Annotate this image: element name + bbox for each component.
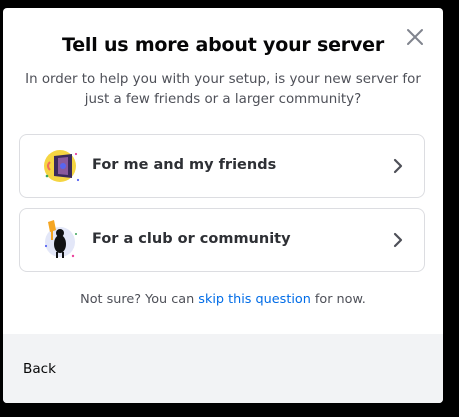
option-community-label: For a club or community bbox=[92, 231, 291, 247]
skip-question-link[interactable]: skip this question bbox=[198, 292, 311, 307]
chevron-right-icon bbox=[393, 232, 403, 248]
community-illustration-icon bbox=[44, 220, 77, 258]
skip-hint-prefix: Not sure? You can bbox=[80, 292, 199, 307]
modal-footer: Back bbox=[3, 334, 443, 403]
option-friends[interactable]: For me and my friends bbox=[19, 134, 425, 198]
skip-hint: Not sure? You can skip this question for… bbox=[3, 292, 443, 307]
chevron-right-icon bbox=[393, 158, 403, 174]
back-button[interactable]: Back bbox=[23, 361, 56, 377]
option-community[interactable]: For a club or community bbox=[19, 208, 425, 272]
option-friends-label: For me and my friends bbox=[92, 157, 277, 173]
skip-hint-suffix: for now. bbox=[310, 292, 366, 307]
modal-subtitle: In order to help you with your setup, is… bbox=[25, 72, 421, 107]
modal-title: Tell us more about your server bbox=[62, 34, 384, 56]
create-server-modal: Tell us more about your server In order … bbox=[3, 8, 443, 403]
friends-illustration-icon bbox=[44, 150, 80, 182]
